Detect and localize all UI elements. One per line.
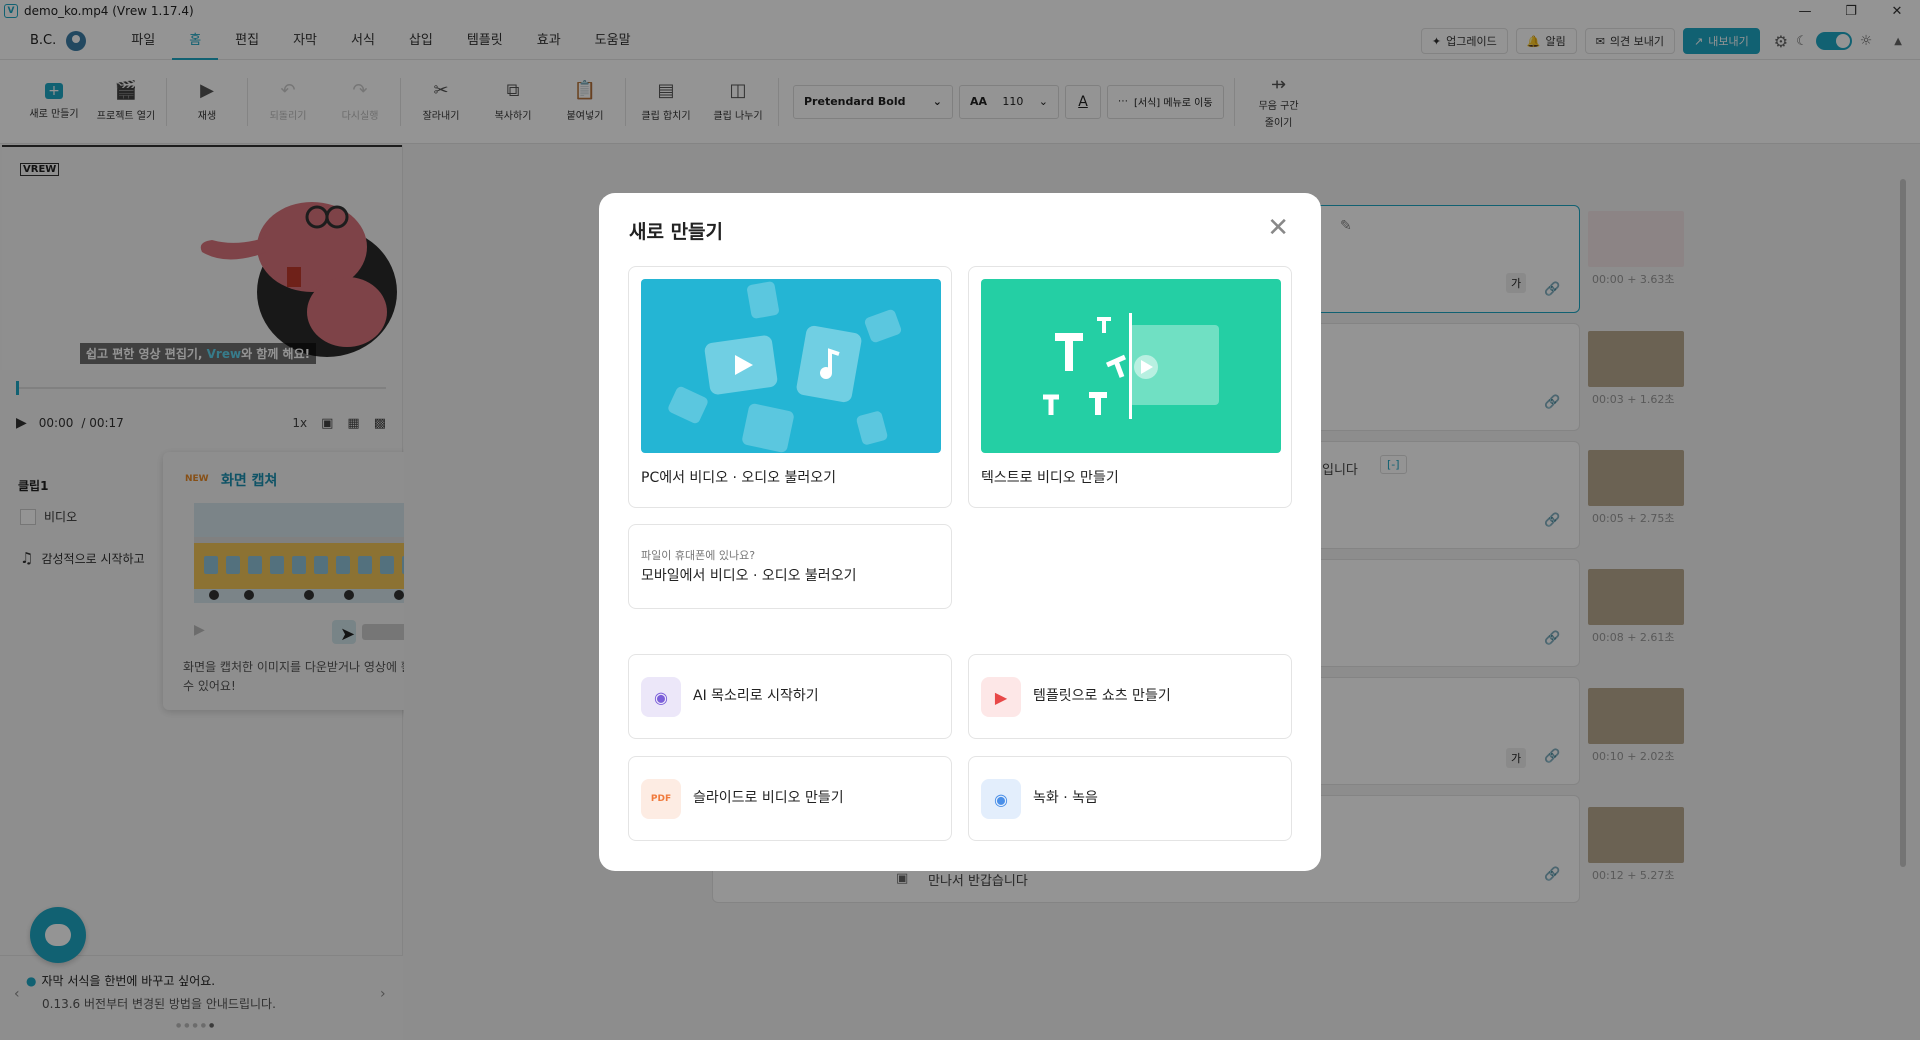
webcam-icon: ◉: [981, 779, 1021, 819]
text-to-video-icon: [1043, 313, 1219, 419]
new-project-modal: 새로 만들기 ✕ PC에서 비디오 · 오디오 불러오기 텍스트로 비디오 만들…: [599, 193, 1321, 871]
pdf-icon: PDF: [641, 779, 681, 819]
pdf-badge: PDF: [650, 794, 672, 804]
media-files-icon: [668, 281, 902, 453]
record-card[interactable]: ◉ 녹화 · 녹음: [968, 756, 1292, 841]
shorts-icon: ▶: [981, 677, 1021, 717]
mobile-import-card[interactable]: 파일이 휴대폰에 있나요? 모바일에서 비디오 · 오디오 불러오기: [628, 524, 952, 609]
template-shorts-label: 템플릿으로 쇼츠 만들기: [1033, 688, 1171, 704]
close-icon[interactable]: ✕: [1267, 213, 1289, 243]
record-label: 녹화 · 녹음: [1033, 790, 1098, 806]
mobile-hint: 파일이 휴대폰에 있나요?: [641, 549, 756, 562]
template-shorts-card[interactable]: ▶ 템플릿으로 쇼츠 만들기: [968, 654, 1292, 739]
ai-voice-label: AI 목소리로 시작하기: [693, 688, 819, 704]
pc-import-label: PC에서 비디오 · 오디오 불러오기: [641, 470, 837, 486]
slides-label: 슬라이드로 비디오 만들기: [693, 790, 844, 806]
pc-import-illustration: [641, 279, 941, 453]
text-to-video-card[interactable]: 텍스트로 비디오 만들기: [968, 266, 1292, 508]
ai-voice-card[interactable]: ◉ AI 목소리로 시작하기: [628, 654, 952, 739]
text-to-video-label: 텍스트로 비디오 만들기: [981, 470, 1119, 486]
ai-voice-icon: ◉: [641, 677, 681, 717]
mobile-import-label: 모바일에서 비디오 · 오디오 불러오기: [641, 568, 857, 584]
text-to-video-illustration: [981, 279, 1281, 453]
slides-card[interactable]: PDF 슬라이드로 비디오 만들기: [628, 756, 952, 841]
pc-import-card[interactable]: PC에서 비디오 · 오디오 불러오기: [628, 266, 952, 508]
modal-title: 새로 만들기: [629, 221, 724, 243]
